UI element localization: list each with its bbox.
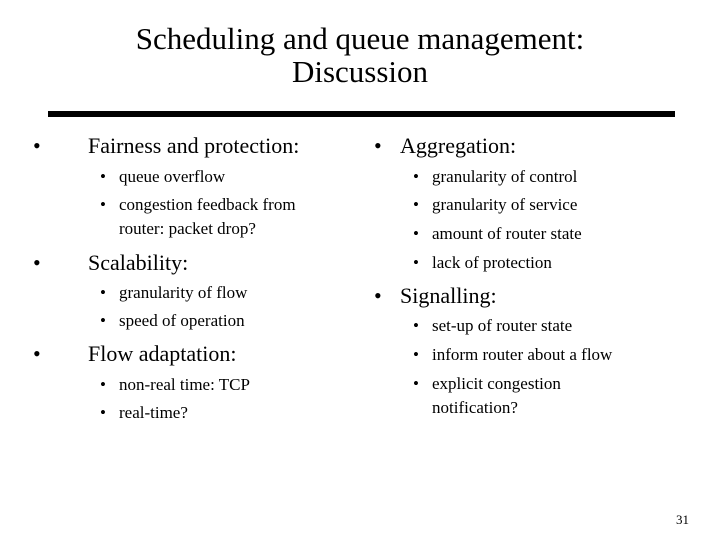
sub-item: set-up of router state — [432, 316, 573, 335]
sub-item-continuation: notification? — [432, 398, 518, 417]
sub-bullet-icon: • — [413, 195, 419, 214]
sub-bullet-icon: • — [100, 311, 106, 330]
sub-item: queue overflow — [119, 167, 226, 186]
bullet-icon: • — [33, 341, 41, 366]
title-divider — [48, 111, 675, 117]
bullet-icon: • — [33, 250, 41, 275]
topic-heading: Fairness and protection: — [88, 133, 300, 158]
sub-bullet-icon: • — [413, 345, 419, 364]
sub-bullet-icon: • — [413, 167, 419, 186]
bullet-icon: • — [374, 283, 382, 308]
sub-item: congestion feedback from — [119, 195, 296, 214]
sub-item: speed of operation — [119, 311, 245, 330]
sub-bullet-icon: • — [413, 224, 419, 243]
page-number: 31 — [676, 512, 689, 527]
sub-bullet-icon: • — [413, 374, 419, 393]
sub-bullet-icon: • — [100, 403, 106, 422]
bullet-icon: • — [33, 133, 41, 158]
topic-heading: Signalling: — [400, 283, 497, 308]
sub-item: inform router about a flow — [432, 345, 613, 364]
topic-heading: Scalability: — [88, 250, 189, 275]
bullet-icon: • — [374, 133, 382, 158]
sub-bullet-icon: • — [100, 167, 106, 186]
sub-item: lack of protection — [432, 253, 552, 272]
title-line-2: Discussion — [291, 54, 429, 89]
topic-heading: Aggregation: — [400, 133, 517, 158]
sub-bullet-icon: • — [413, 316, 419, 335]
sub-bullet-icon: • — [100, 283, 106, 302]
sub-bullet-icon: • — [100, 375, 106, 394]
slide-title: Scheduling and queue management: Discuss… — [0, 22, 720, 88]
sub-item: granularity of control — [432, 167, 578, 186]
sub-item: granularity of flow — [119, 283, 248, 302]
title-line-1: Scheduling and queue management: — [135, 21, 585, 56]
sub-item: explicit congestion — [432, 374, 561, 393]
sub-item: real-time? — [119, 403, 188, 422]
sub-item: granularity of service — [432, 195, 578, 214]
sub-item-continuation: router: packet drop? — [119, 219, 256, 238]
sub-bullet-icon: • — [413, 253, 419, 272]
sub-bullet-icon: • — [100, 195, 106, 214]
topic-heading: Flow adaptation: — [88, 341, 237, 366]
sub-item: non-real time: TCP — [119, 375, 250, 394]
sub-item: amount of router state — [432, 224, 582, 243]
